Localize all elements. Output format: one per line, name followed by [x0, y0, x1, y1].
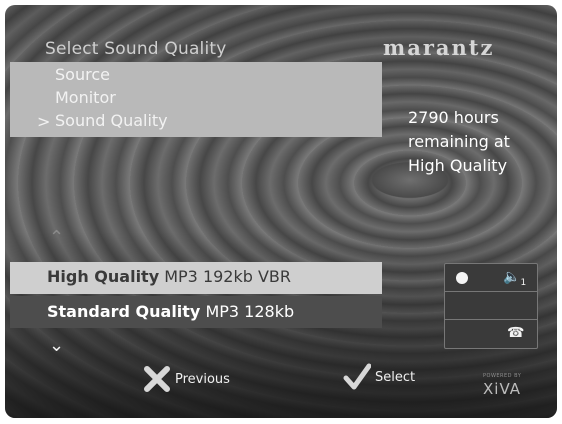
phone-icon: ☎ — [507, 325, 525, 341]
status-row-record-volume: 🔈1 — [445, 264, 537, 292]
x-icon — [144, 366, 170, 392]
menu-item-monitor[interactable]: Monitor — [55, 88, 116, 107]
option-label: Standard Quality MP3 128kb — [47, 302, 294, 321]
option-standard-quality[interactable]: Standard Quality MP3 128kb — [10, 296, 382, 328]
xiva-logo: POWERED BY XiVA — [483, 373, 521, 398]
option-detail: MP3 192kb VBR — [164, 267, 292, 286]
brand-logo: marantz — [383, 35, 495, 60]
record-dot-icon — [456, 272, 468, 284]
info-line-2: remaining at — [408, 132, 510, 151]
speaker-icon: 🔈1 — [503, 269, 527, 288]
status-row-empty — [445, 292, 537, 320]
checkmark-icon — [343, 363, 371, 390]
select-label: Select — [375, 369, 416, 385]
menu-item-source[interactable]: Source — [55, 65, 110, 84]
scroll-up-icon[interactable]: ⌃ — [49, 227, 64, 248]
info-line-3: High Quality — [408, 156, 508, 175]
status-panel: 🔈1 ☎ — [444, 263, 538, 349]
status-row-phone: ☎ — [445, 320, 537, 347]
selected-chevron-icon: > — [37, 112, 51, 131]
option-label: High Quality MP3 192kb VBR — [47, 267, 291, 286]
page-title: Select Sound Quality — [45, 39, 227, 59]
xiva-text: XiVA — [483, 380, 522, 398]
tv-screen: Select Sound Quality marantz Source Moni… — [5, 5, 557, 418]
powered-by-text: POWERED BY — [483, 373, 522, 379]
previous-label: Previous — [175, 371, 230, 387]
remaining-hours-info: 2790 hours remaining at High Quality — [408, 106, 557, 178]
option-high-quality[interactable]: High Quality MP3 192kb VBR — [10, 262, 382, 294]
speaker-index: 1 — [520, 277, 527, 288]
option-detail: MP3 128kb — [205, 302, 295, 321]
option-name: Standard Quality — [47, 302, 201, 321]
menu-item-sound-quality[interactable]: Sound Quality — [55, 111, 168, 130]
select-button[interactable]: Select — [343, 363, 415, 391]
previous-button[interactable]: Previous — [143, 365, 230, 393]
scroll-down-icon[interactable]: ⌄ — [49, 335, 64, 356]
info-line-1: 2790 hours — [408, 108, 499, 127]
breadcrumb-menu: Source Monitor > Sound Quality — [10, 62, 382, 137]
option-name: High Quality — [47, 267, 160, 286]
